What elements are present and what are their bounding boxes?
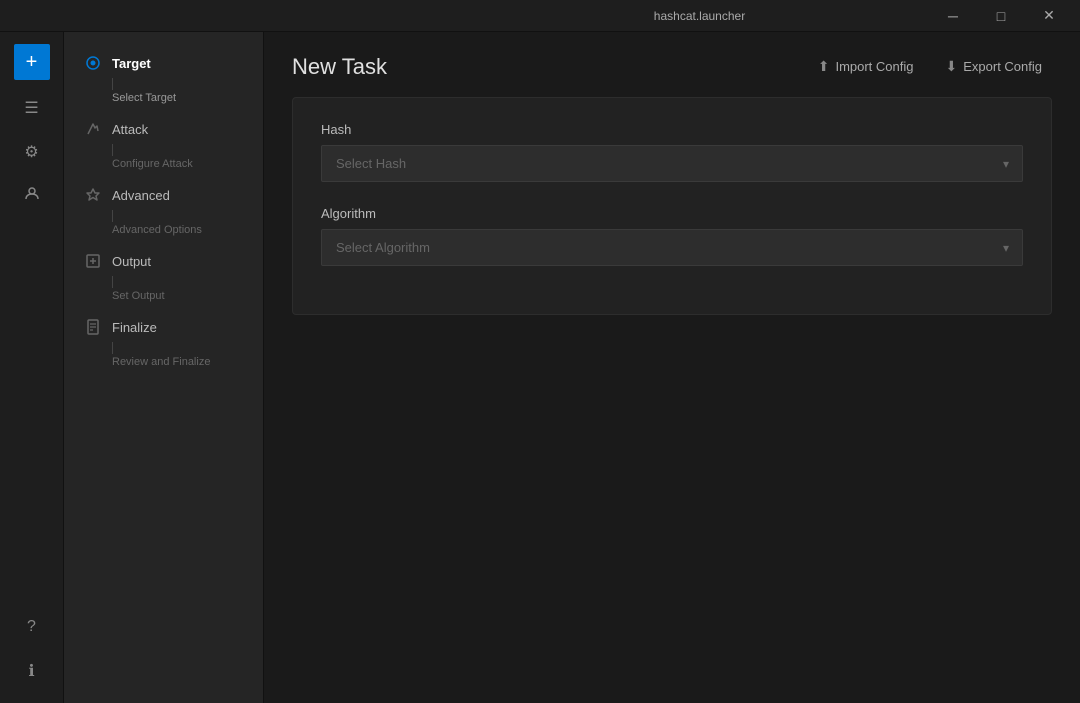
target-sublabel: Select Target bbox=[112, 90, 263, 110]
hash-select[interactable]: Select Hash bbox=[321, 145, 1023, 182]
hash-field-group: Hash Select Hash ▾ bbox=[321, 122, 1023, 182]
sidebar-item-advanced[interactable]: Advanced Advanced Options bbox=[64, 180, 263, 242]
target-icon bbox=[84, 54, 102, 72]
hash-label: Hash bbox=[321, 122, 1023, 137]
finalize-label: Finalize bbox=[112, 320, 157, 335]
sidebar-item-finalize[interactable]: Finalize Review and Finalize bbox=[64, 312, 263, 374]
help-icon-button[interactable]: ? bbox=[12, 607, 52, 647]
info-icon: ℹ bbox=[28, 661, 34, 681]
users-icon-button[interactable] bbox=[12, 176, 52, 216]
import-icon: ⬆ bbox=[818, 58, 830, 75]
icon-sidebar-top: ☰ ⚙ bbox=[0, 88, 63, 216]
export-config-button[interactable]: ⬇ Export Config bbox=[936, 52, 1053, 81]
hash-select-wrapper: Select Hash ▾ bbox=[321, 145, 1023, 182]
algorithm-select[interactable]: Select Algorithm bbox=[321, 229, 1023, 266]
algorithm-select-wrapper: Select Algorithm ▾ bbox=[321, 229, 1023, 266]
maximize-button[interactable]: □ bbox=[978, 0, 1024, 32]
settings-icon-button[interactable]: ⚙ bbox=[12, 132, 52, 172]
export-icon: ⬇ bbox=[946, 58, 958, 75]
sidebar-item-attack[interactable]: Attack Configure Attack bbox=[64, 114, 263, 176]
import-config-button[interactable]: ⬆ Import Config bbox=[808, 52, 924, 81]
top-bar: New Task ⬆ Import Config ⬇ Export Config bbox=[264, 32, 1080, 97]
close-button[interactable]: ✕ bbox=[1026, 0, 1072, 32]
window-title: hashcat.launcher bbox=[469, 9, 930, 23]
attack-label: Attack bbox=[112, 122, 148, 137]
settings-icon: ⚙ bbox=[24, 142, 38, 162]
import-config-label: Import Config bbox=[835, 59, 913, 74]
finalize-sublabel: Review and Finalize bbox=[112, 354, 263, 374]
info-icon-button[interactable]: ℹ bbox=[12, 651, 52, 691]
help-icon: ? bbox=[27, 618, 36, 636]
top-actions: ⬆ Import Config ⬇ Export Config bbox=[808, 52, 1052, 81]
algorithm-field-group: Algorithm Select Algorithm ▾ bbox=[321, 206, 1023, 266]
app-body: + ☰ ⚙ ? ℹ bbox=[0, 32, 1080, 703]
tasks-icon: ☰ bbox=[24, 98, 38, 118]
algorithm-label: Algorithm bbox=[321, 206, 1023, 221]
attack-sublabel: Configure Attack bbox=[112, 156, 263, 176]
output-label: Output bbox=[112, 254, 151, 269]
export-config-label: Export Config bbox=[963, 59, 1042, 74]
main-content: New Task ⬆ Import Config ⬇ Export Config… bbox=[264, 32, 1080, 703]
sidebar-item-output[interactable]: Output Set Output bbox=[64, 246, 263, 308]
finalize-icon bbox=[84, 318, 102, 336]
advanced-icon bbox=[84, 186, 102, 204]
advanced-label: Advanced bbox=[112, 188, 170, 203]
output-icon bbox=[84, 252, 102, 270]
attack-icon bbox=[84, 120, 102, 138]
icon-sidebar: + ☰ ⚙ ? ℹ bbox=[0, 32, 64, 703]
advanced-sublabel: Advanced Options bbox=[112, 222, 263, 242]
output-sublabel: Set Output bbox=[112, 288, 263, 308]
target-card: Hash Select Hash ▾ Algorithm Select Algo… bbox=[292, 97, 1052, 315]
minimize-button[interactable]: ─ bbox=[930, 0, 976, 32]
nav-sidebar: Target Select Target Attack Configure At… bbox=[64, 32, 264, 703]
target-label: Target bbox=[112, 56, 151, 71]
page-title: New Task bbox=[292, 54, 387, 80]
tasks-icon-button[interactable]: ☰ bbox=[12, 88, 52, 128]
sidebar-item-target[interactable]: Target Select Target bbox=[64, 48, 263, 110]
titlebar: hashcat.launcher ─ □ ✕ bbox=[0, 0, 1080, 32]
users-icon bbox=[24, 186, 40, 207]
add-button[interactable]: + bbox=[14, 44, 50, 80]
window-controls: ─ □ ✕ bbox=[930, 0, 1072, 32]
icon-sidebar-bottom: ? ℹ bbox=[0, 607, 63, 703]
